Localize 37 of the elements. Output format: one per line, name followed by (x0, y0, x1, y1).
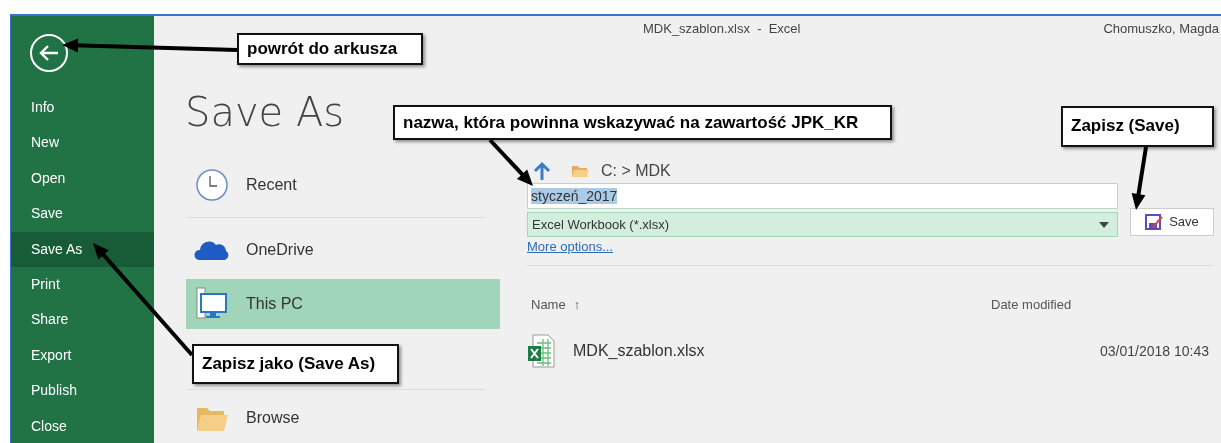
callout-label: Zapisz jako (Save As) (192, 344, 399, 384)
location-item[interactable]: Recent (186, 160, 500, 210)
sidebar-item[interactable]: Export (11, 337, 154, 374)
file-name[interactable]: MDK_szablon.xlsx (573, 342, 993, 360)
sidebar-item[interactable]: New (11, 125, 154, 161)
user-name: Chomuszko, Magda (1103, 20, 1219, 36)
pointer-arrow (488, 138, 533, 186)
location-item[interactable]: OneDrive (186, 225, 500, 275)
file-date: 03/01/2018 10:43 (1099, 343, 1209, 359)
sidebar-item[interactable]: Save As (11, 231, 154, 267)
callout-label: Zapisz (Save) (1061, 106, 1214, 147)
spreadsheet-file-icon (527, 334, 555, 368)
sidebar-item[interactable]: Info (11, 90, 154, 126)
window-title: MDK_szablon.xlsx - Excel (643, 20, 801, 36)
location-item[interactable]: This PC (186, 279, 500, 329)
column-header[interactable]: Name ↑ (527, 297, 991, 312)
callout-label: powrót do arkusza (237, 33, 423, 65)
pointer-arrow (1131, 146, 1148, 210)
file-type-dropdown[interactable]: Excel Workbook (*.xlsx) (527, 212, 1118, 237)
callout-label: nazwa, która powinna wskazywać na zawartość JPK_KR (393, 105, 892, 140)
column-header[interactable]: Date modified (991, 297, 1072, 312)
dropdown-caret-icon (1099, 221, 1109, 228)
sidebar-item[interactable]: Close (11, 408, 154, 443)
location-item[interactable]: Browse (186, 396, 500, 440)
sidebar-item[interactable]: Share (11, 302, 154, 338)
page-heading: Save As (185, 88, 345, 136)
more-options-link[interactable]: More options... (527, 239, 613, 254)
back-icon[interactable] (29, 33, 69, 73)
sidebar-item[interactable]: Open (11, 160, 154, 197)
file-name-field[interactable]: styczeń_2017 (527, 183, 1118, 209)
save-button[interactable]: Save (1130, 207, 1214, 236)
sidebar-item[interactable]: Print (11, 266, 154, 303)
folder-path[interactable]: C: > MDK (601, 162, 671, 180)
folder-icon (571, 164, 589, 178)
sidebar-item[interactable]: Publish (11, 373, 154, 409)
up-arrow-icon[interactable] (533, 161, 551, 181)
sidebar-item[interactable]: Save (11, 196, 154, 232)
